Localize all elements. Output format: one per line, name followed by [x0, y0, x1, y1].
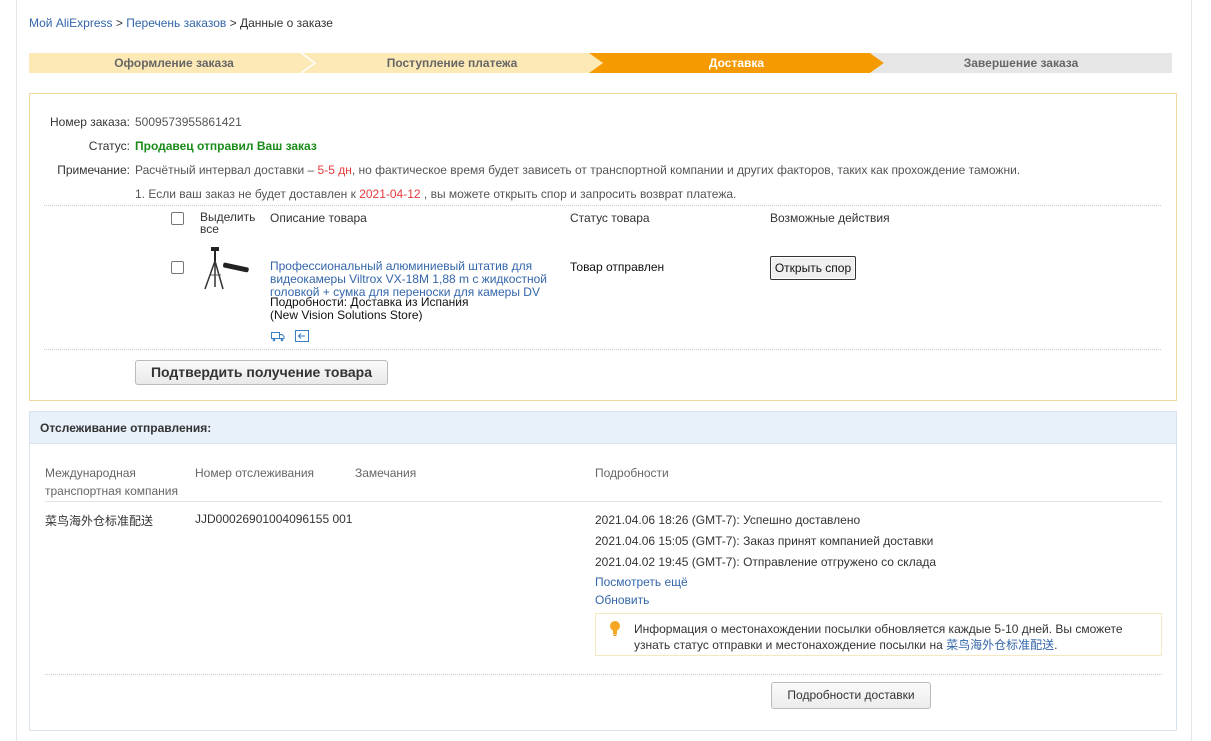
shipment-tracking-panel: Отслеживание отправления: Международная …	[29, 411, 1177, 731]
divider	[44, 349, 1161, 350]
step-label: Поступление платежа	[386, 56, 518, 70]
note-suffix: , но фактическое время будет зависеть от…	[351, 163, 1021, 177]
tracking-title: Отслеживание отправления:	[40, 421, 212, 435]
col-tracking-number: Номер отслеживания	[195, 466, 315, 480]
frame-border-right	[1191, 0, 1192, 741]
note-prefix: Расчётный интервал доставки –	[135, 163, 315, 177]
frame-border-left	[16, 0, 17, 741]
item-status: Товар отправлен	[570, 260, 665, 274]
confirm-receipt-button[interactable]: Подтвердить получение товара	[135, 360, 388, 385]
dispute-note: 1. Если ваш заказ не будет доставлен к 2…	[135, 187, 736, 201]
divider	[45, 501, 1162, 502]
notice-text: Информация о местонахождении посылки обн…	[634, 621, 1154, 653]
order-progress-steps: Оформление заказа Поступление платежа До…	[29, 53, 1172, 73]
step-order-placed: Оформление заказа	[29, 53, 319, 73]
product-details: Подробности: Доставка из Испания	[270, 295, 469, 309]
step-delivery-active: Доставка	[589, 53, 884, 73]
order-number-label: Номер заказа:	[49, 115, 130, 129]
select-all-label: Выделить все	[200, 210, 256, 236]
product-title-link[interactable]: Профессиональный алюминиевый штатив для …	[270, 260, 560, 299]
note-label: Примечание:	[57, 163, 130, 177]
col-details: Подробности	[595, 466, 669, 480]
step-payment: Поступление платежа	[301, 53, 603, 73]
breadcrumb-current: Данные о заказе	[239, 16, 333, 30]
see-more-link[interactable]: Посмотреть ещё	[595, 575, 688, 589]
divider	[45, 674, 1162, 675]
status-label: Статус:	[88, 139, 130, 153]
store-name[interactable]: (New Vision Solutions Store)	[270, 308, 423, 322]
breadcrumb-my-aliexpress[interactable]: Мой AliExpress	[29, 16, 113, 30]
carrier-site-link[interactable]: 菜鸟海外仓标准配送	[946, 638, 1054, 652]
order-number-value: 5009573955861421	[135, 115, 242, 129]
order-info-panel: Номер заказа: 5009573955861421 Статус: П…	[29, 93, 1177, 401]
tracking-event: 2021.04.06 15:05 (GMT-7): Заказ принят к…	[595, 534, 934, 548]
breadcrumb-separator: >	[229, 16, 237, 30]
note-interval: 5-5 дн	[317, 163, 352, 177]
divider	[44, 205, 1161, 206]
breadcrumb-orders[interactable]: Перечень заказов	[126, 16, 226, 30]
col-actions: Возможные действия	[770, 211, 890, 225]
dispute-prefix: 1. Если ваш заказ не будет доставлен к	[135, 187, 356, 201]
col-carrier: Международная транспортная компания	[45, 466, 178, 498]
tracking-number: JJD00026901004096155 001	[195, 512, 353, 526]
lightbulb-icon	[610, 621, 620, 636]
carrier-name: 菜鸟海外仓标准配送	[45, 514, 154, 528]
col-remarks: Замечания	[355, 466, 417, 480]
select-all-checkbox[interactable]	[171, 212, 184, 225]
col-item-status: Статус товара	[570, 211, 650, 225]
tracking-header: Отслеживание отправления:	[30, 412, 1176, 444]
col-description: Описание товара	[270, 211, 367, 225]
tracking-info-notice: Информация о местонахождении посылки обн…	[595, 613, 1162, 656]
item-checkbox[interactable]	[171, 261, 184, 274]
delivery-note: Расчётный интервал доставки – 5-5 дн, но…	[135, 163, 1020, 177]
tracking-event: 2021.04.06 18:26 (GMT-7): Успешно достав…	[595, 513, 861, 527]
step-label: Завершение заказа	[963, 56, 1079, 70]
open-dispute-button[interactable]: Открыть спор	[770, 256, 856, 280]
return-icon[interactable]	[295, 330, 309, 342]
breadcrumb: Мой AliExpress > Перечень заказов > Данн…	[29, 16, 333, 30]
delivery-details-button[interactable]: Подробности доставки	[771, 682, 931, 709]
status-value: Продавец отправил Ваш заказ	[135, 139, 317, 153]
dispute-suffix: , вы можете открыть спор и запросить воз…	[423, 187, 737, 201]
step-completion: Завершение заказа	[870, 53, 1172, 73]
notice-end: .	[1054, 638, 1058, 652]
order-details-page: Мой AliExpress > Перечень заказов > Данн…	[0, 0, 1211, 741]
step-label: Оформление заказа	[114, 56, 234, 70]
breadcrumb-separator: >	[115, 16, 123, 30]
product-thumbnail[interactable]	[201, 243, 253, 295]
shipping-truck-icon[interactable]	[271, 330, 285, 342]
step-label: Доставка	[708, 56, 765, 70]
tracking-event: 2021.04.02 19:45 (GMT-7): Отправление от…	[595, 555, 937, 569]
refresh-link[interactable]: Обновить	[595, 593, 649, 607]
dispute-date: 2021-04-12	[359, 187, 421, 201]
